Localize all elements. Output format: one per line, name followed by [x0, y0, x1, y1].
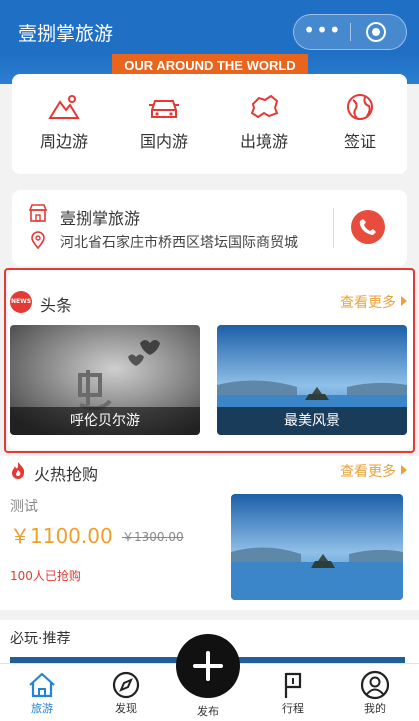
category-label: 出境游	[239, 132, 288, 151]
app-title: 壹捌掌旅游	[18, 23, 114, 45]
mini-program-capsule: •••	[293, 14, 407, 50]
category-label: 周边游	[39, 132, 88, 151]
category-visa[interactable]: 签证	[312, 84, 408, 152]
shop-name: 壹捌掌旅游	[60, 209, 141, 228]
tab-itinerary[interactable]: 行程	[251, 664, 335, 721]
user-icon	[360, 670, 390, 700]
home-icon	[29, 672, 55, 698]
more-dots-icon[interactable]: •••	[294, 15, 351, 49]
product-sold-count: 100人已抢购	[10, 569, 81, 583]
car-icon	[149, 100, 179, 118]
globe-icon	[347, 94, 373, 120]
publish-button[interactable]	[176, 634, 240, 698]
product-original-price: ￥1300.00	[122, 530, 184, 544]
shop-info-card: 壹捌掌旅游 河北省石家庄市桥西区塔坛国际商贸城	[12, 190, 407, 266]
map-icon	[250, 94, 279, 119]
compass-icon	[112, 671, 140, 699]
shop-icon	[28, 204, 48, 222]
divider	[333, 208, 334, 248]
product-image-lake	[231, 494, 403, 600]
mountain-icon	[48, 95, 80, 119]
product-name[interactable]: 测试	[10, 496, 38, 516]
more-label: 查看更多	[340, 464, 396, 480]
navigation-bar: 壹捌掌旅游 •••	[0, 0, 419, 62]
recommend-title: 必玩·推荐	[10, 631, 71, 647]
tab-mine[interactable]: 我的	[333, 664, 417, 721]
category-card: 周边游 国内游 出境游 签证	[12, 74, 407, 174]
call-button[interactable]	[351, 210, 385, 244]
publish-label: 发布	[197, 705, 219, 718]
fire-icon	[12, 462, 25, 479]
tab-discover[interactable]: 发现	[84, 664, 168, 721]
target-close-icon[interactable]	[366, 22, 386, 42]
hot-sale-section: 火热抢购 查看更多 测试 ￥1100.00 ￥1300.00 100人已抢购	[0, 456, 419, 610]
category-nearby[interactable]: 周边游	[16, 84, 112, 152]
banner-text: OUR AROUND THE WORLD	[124, 58, 296, 73]
category-label: 国内游	[139, 132, 188, 151]
category-outbound[interactable]: 出境游	[216, 84, 312, 152]
product-price: ￥1100.00	[10, 524, 113, 548]
tab-label: 发现	[115, 702, 137, 715]
location-pin-icon	[31, 231, 45, 249]
tab-label: 行程	[282, 702, 304, 715]
tab-label: 旅游	[31, 702, 53, 715]
tab-label: 我的	[364, 702, 386, 715]
tab-travel[interactable]: 旅游	[0, 664, 84, 721]
hot-sale-title: 火热抢购	[34, 465, 99, 484]
flag-icon	[284, 672, 302, 698]
capsule-divider	[350, 23, 351, 41]
shop-address[interactable]: 河北省石家庄市桥西区塔坛国际商贸城	[60, 232, 298, 252]
product-image[interactable]	[231, 494, 403, 600]
phone-icon	[359, 219, 376, 235]
arrow-right-icon	[401, 465, 407, 475]
category-domestic[interactable]: 国内游	[116, 84, 212, 152]
hot-more-link[interactable]: 查看更多	[340, 461, 407, 481]
highlight-box	[4, 268, 415, 453]
category-label: 签证	[343, 132, 376, 151]
